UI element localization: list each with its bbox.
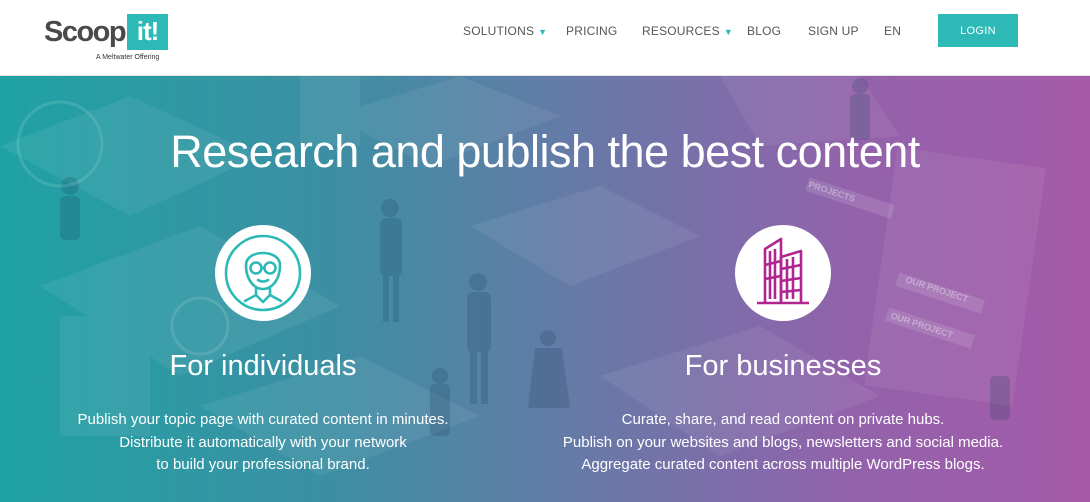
nav-language-label: EN bbox=[884, 24, 902, 38]
individuals-line-1: Publish your topic page with curated con… bbox=[77, 411, 449, 428]
individuals-description: Publish your topic page with curated con… bbox=[13, 409, 513, 477]
businesses-title: For businesses bbox=[684, 350, 882, 382]
nav-signup-label: SIGN UP bbox=[808, 24, 859, 38]
scoopit-logo[interactable]: Scoop. it! A Meltwater Offering bbox=[44, 14, 174, 64]
nav-resources[interactable]: RESOURCES ▼ bbox=[642, 24, 733, 39]
businesses-line-1: Curate, share, and read content on priva… bbox=[621, 411, 945, 428]
businesses-description: Curate, share, and read content on priva… bbox=[513, 409, 1053, 477]
businesses-line-3: Aggregate curated content across multipl… bbox=[581, 456, 985, 473]
businesses-icon-circle bbox=[735, 225, 831, 321]
nav-resources-label: RESOURCES bbox=[642, 24, 720, 38]
site-header: Scoop. it! A Meltwater Offering SOLUTION… bbox=[0, 0, 1090, 76]
businesses-line-2: Publish on your websites and blogs, news… bbox=[562, 433, 1004, 451]
individuals-title: For individuals bbox=[169, 350, 357, 382]
individuals-icon-circle bbox=[215, 225, 311, 321]
nav-blog[interactable]: BLOG bbox=[747, 24, 781, 38]
individuals-line-3: to build your professional brand. bbox=[156, 456, 370, 473]
nav-language[interactable]: EN bbox=[884, 24, 901, 38]
office-buildings-icon bbox=[757, 237, 809, 305]
logo-wordmark: Scoop. bbox=[44, 16, 133, 48]
nav-pricing[interactable]: PRICING bbox=[566, 24, 617, 38]
nav-solutions[interactable]: SOLUTIONS ▼ bbox=[463, 24, 547, 39]
caret-down-icon: ▼ bbox=[723, 27, 733, 37]
individuals-line-2: Distribute it automatically with your ne… bbox=[119, 433, 407, 451]
logo-tagline: A Meltwater Offering bbox=[96, 54, 160, 61]
hero-title: Research and publish the best content bbox=[170, 126, 920, 177]
nav-solutions-label: SOLUTIONS bbox=[463, 24, 535, 38]
login-button[interactable]: LOGIN bbox=[938, 14, 1018, 47]
nav-pricing-label: PRICING bbox=[566, 24, 618, 38]
nav-signup[interactable]: SIGN UP bbox=[808, 24, 859, 38]
person-glasses-icon bbox=[224, 234, 302, 312]
logo-badge: it! bbox=[127, 14, 168, 50]
nav-blog-label: BLOG bbox=[747, 24, 782, 38]
hero-section: PROJECTS OUR PROJECT OUR PROJECT Researc… bbox=[0, 76, 1090, 502]
caret-down-icon: ▼ bbox=[538, 27, 548, 37]
